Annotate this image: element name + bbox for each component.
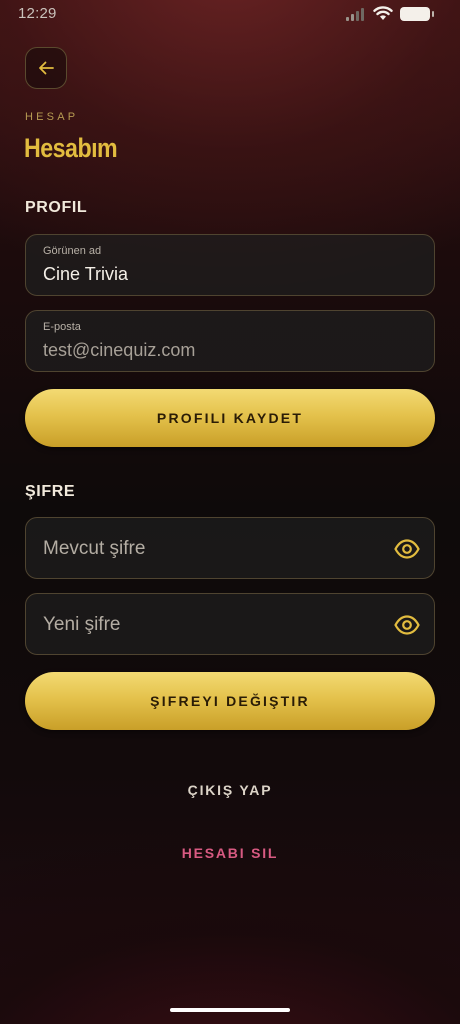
status-time: 12:29: [18, 5, 57, 22]
email-field[interactable]: E-posta test@cinequiz.com: [25, 310, 435, 372]
email-label: E-posta: [43, 321, 81, 333]
eye-icon[interactable]: [394, 537, 420, 561]
email-value[interactable]: test@cinequiz.com: [43, 340, 195, 361]
delete-account-link[interactable]: HESABI SIL: [0, 845, 460, 861]
new-password-field[interactable]: Yeni şifre: [25, 593, 435, 655]
new-password-placeholder[interactable]: Yeni şifre: [43, 614, 120, 636]
display-name-field[interactable]: Görünen ad Cine Trivia: [25, 234, 435, 296]
password-heading: ŞIFRE: [25, 483, 76, 500]
change-password-button[interactable]: ŞIFREYI DEĞIŞTIR: [25, 672, 435, 730]
section-kicker: HESAP: [25, 111, 79, 123]
save-profile-button[interactable]: PROFILI KAYDET: [25, 389, 435, 447]
profile-heading: PROFIL: [25, 199, 88, 216]
battery-icon: [400, 6, 434, 21]
logout-link[interactable]: ÇIKIŞ YAP: [0, 782, 460, 798]
save-profile-label: PROFILI KAYDET: [156, 410, 304, 426]
home-indicator: [170, 1008, 290, 1012]
status-bar: 12:29: [0, 0, 460, 28]
eye-icon[interactable]: [394, 613, 420, 637]
current-password-field[interactable]: Mevcut şifre: [25, 517, 435, 579]
display-name-label: Görünen ad: [43, 245, 102, 257]
status-icons: [346, 6, 434, 21]
back-button[interactable]: [25, 47, 67, 89]
page-title: Hesabım: [24, 133, 118, 163]
display-name-value[interactable]: Cine Trivia: [43, 264, 128, 285]
wifi-icon: [373, 6, 393, 20]
arrow-left-icon: [39, 61, 54, 75]
current-password-placeholder[interactable]: Mevcut şifre: [43, 538, 145, 560]
signal-icon: [346, 7, 364, 21]
change-password-label: ŞIFREYI DEĞIŞTIR: [150, 693, 310, 709]
